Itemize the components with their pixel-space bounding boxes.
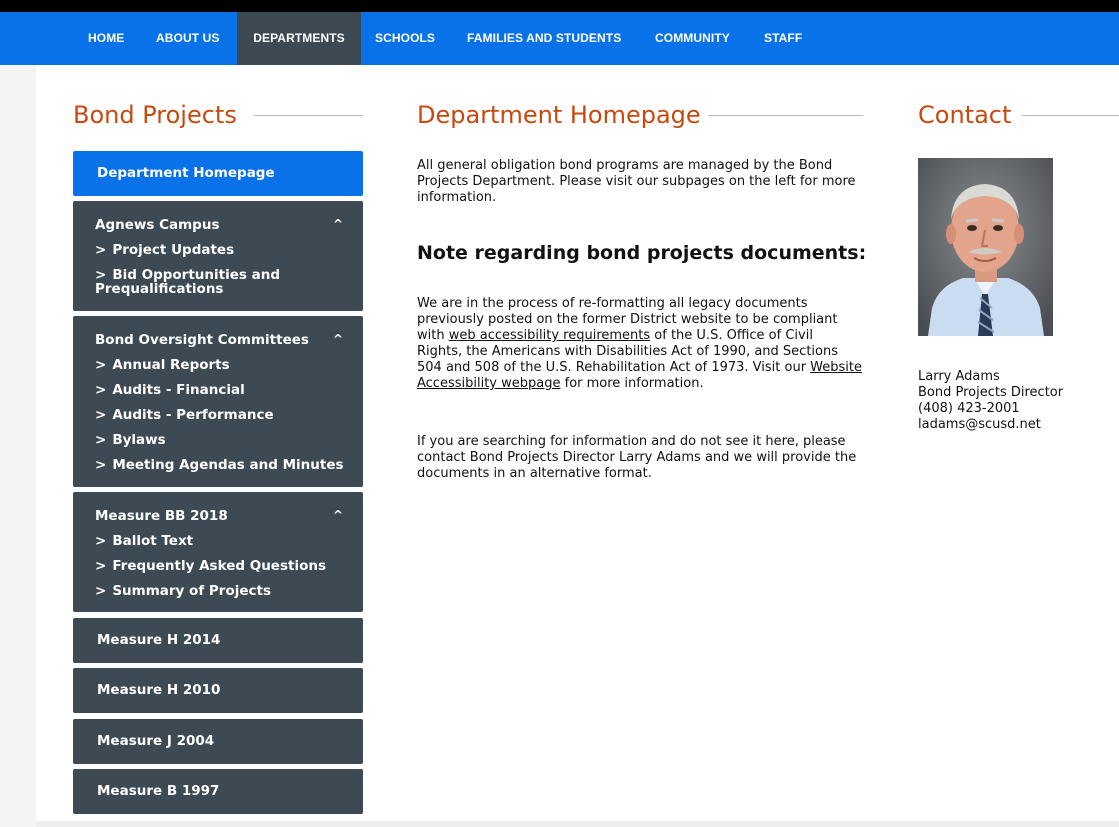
intro-paragraph: All general obligation bond programs are… bbox=[417, 158, 856, 205]
chevron-right-icon: > bbox=[95, 583, 107, 599]
footer-edge bbox=[36, 821, 1119, 827]
contact-title-rule bbox=[1022, 115, 1119, 116]
sidebar-item-measure-h-2014[interactable]: Measure H 2014 bbox=[73, 618, 363, 663]
contact-title: Contact bbox=[918, 101, 1012, 129]
contact-phone: (408) 423-2001 bbox=[918, 401, 1020, 416]
sidebar-item-label: Measure B 1997 bbox=[97, 783, 220, 799]
chevron-right-icon: > bbox=[95, 242, 107, 258]
sidebar-subitem-label: Project Updates bbox=[112, 242, 235, 258]
chevron-up-icon[interactable]: ^ bbox=[333, 508, 343, 522]
nav-about-us[interactable]: About Us bbox=[156, 12, 219, 65]
sidebar-subitem-label: Summary of Projects bbox=[112, 583, 271, 599]
sidebar-group-measure-bb-2018: Measure BB 2018 ^ > Ballot Text > Frequent… bbox=[73, 492, 363, 612]
nav-families-and-students[interactable]: Families and Students bbox=[467, 12, 621, 65]
chevron-right-icon: > bbox=[95, 558, 107, 574]
chevron-up-icon[interactable]: ^ bbox=[333, 217, 343, 231]
sidebar-subitem-project-updates[interactable]: > Project Updates bbox=[95, 243, 345, 257]
nav-staff[interactable]: Staff bbox=[764, 12, 802, 65]
page-title-rule bbox=[708, 115, 863, 116]
sidebar-title: Bond Projects bbox=[73, 101, 237, 129]
sidebar-item-label: Measure J 2004 bbox=[97, 733, 215, 749]
sidebar-item-measure-b-1997[interactable]: Measure B 1997 bbox=[73, 769, 363, 814]
sidebar-group-bond-oversight-committees: Bond Oversight Committees ^ > Annual Repo… bbox=[73, 316, 363, 487]
sidebar-subitem-label: Bid Opportunities and Prequalifications bbox=[95, 267, 280, 297]
sidebar-subitem-ballot-text[interactable]: > Ballot Text bbox=[95, 534, 345, 548]
sidebar-subitem-audits-performance[interactable]: > Audits - Performance bbox=[95, 408, 345, 422]
main-navigation: Home About Us Departments Schools Famili… bbox=[0, 12, 1119, 65]
sidebar-title-rule bbox=[254, 115, 363, 116]
page-title: Department Homepage bbox=[417, 101, 701, 129]
sidebar-subitem-label: Audits - Financial bbox=[112, 382, 245, 398]
contact-photo bbox=[918, 158, 1053, 336]
sidebar-subitem-label: Audits - Performance bbox=[112, 407, 274, 423]
chevron-right-icon: > bbox=[95, 432, 107, 448]
chevron-right-icon: > bbox=[95, 457, 107, 473]
nav-community[interactable]: Community bbox=[655, 12, 730, 65]
left-gutter bbox=[0, 65, 36, 827]
sidebar-group-title[interactable]: Bond Oversight Committees bbox=[95, 332, 309, 348]
sidebar-group-title[interactable]: Agnews Campus bbox=[95, 217, 219, 233]
paragraph-text: for more information. bbox=[560, 376, 704, 391]
contact-name: Larry Adams bbox=[918, 369, 1000, 384]
window-top-edge bbox=[0, 0, 1119, 12]
web-accessibility-requirements-link[interactable]: web accessibility requirements bbox=[449, 328, 650, 343]
sidebar-item-label: Department Homepage bbox=[97, 165, 275, 181]
sidebar-item-measure-j-2004[interactable]: Measure J 2004 bbox=[73, 719, 363, 764]
accessibility-paragraph: We are in the process of re-formatting a… bbox=[417, 296, 862, 392]
chevron-right-icon: > bbox=[95, 382, 107, 398]
alternative-format-paragraph: If you are searching for information and… bbox=[417, 434, 857, 481]
contact-email[interactable]: ladams@scusd.net bbox=[918, 417, 1041, 433]
nav-schools[interactable]: Schools bbox=[375, 12, 435, 65]
sidebar-subitem-bylaws[interactable]: > Bylaws bbox=[95, 433, 345, 447]
note-heading: Note regarding bond projects documents: bbox=[417, 242, 867, 264]
sidebar-subitem-label: Annual Reports bbox=[112, 357, 230, 373]
sidebar-subitem-label: Frequently Asked Questions bbox=[112, 558, 327, 574]
sidebar-item-measure-h-2010[interactable]: Measure H 2010 bbox=[73, 668, 363, 713]
sidebar-item-label: Measure H 2010 bbox=[97, 682, 221, 698]
sidebar-subitem-faq[interactable]: > Frequently Asked Questions bbox=[95, 559, 345, 573]
contact-role: Bond Projects Director bbox=[918, 385, 1064, 400]
sidebar-subitem-summary-of-projects[interactable]: > Summary of Projects bbox=[95, 584, 345, 598]
sidebar-subitem-bid-opportunities[interactable]: > Bid Opportunities and Prequalifications bbox=[95, 268, 345, 296]
sidebar-subitem-meeting-agendas[interactable]: > Meeting Agendas and Minutes bbox=[95, 458, 345, 472]
chevron-up-icon[interactable]: ^ bbox=[333, 332, 343, 346]
sidebar-subitem-annual-reports[interactable]: > Annual Reports bbox=[95, 358, 345, 372]
sidebar-subitem-label: Meeting Agendas and Minutes bbox=[112, 457, 344, 473]
nav-departments[interactable]: Departments bbox=[237, 12, 361, 65]
sidebar-group-agnews-campus: Agnews Campus ^ > Project Updates > Bid Op… bbox=[73, 201, 363, 311]
chevron-right-icon: > bbox=[95, 533, 107, 549]
sidebar-subitem-label: Ballot Text bbox=[112, 533, 194, 549]
sidebar-group-title[interactable]: Measure BB 2018 bbox=[95, 508, 228, 524]
sidebar-item-label: Measure H 2014 bbox=[97, 632, 221, 648]
nav-home[interactable]: Home bbox=[88, 12, 124, 65]
portrait-illustration bbox=[918, 158, 1053, 336]
sidebar-subitem-label: Bylaws bbox=[112, 432, 166, 448]
sidebar-subitem-audits-financial[interactable]: > Audits - Financial bbox=[95, 383, 345, 397]
chevron-right-icon: > bbox=[95, 407, 107, 423]
chevron-right-icon: > bbox=[95, 357, 107, 373]
sidebar-item-department-homepage[interactable]: Department Homepage bbox=[73, 151, 363, 196]
